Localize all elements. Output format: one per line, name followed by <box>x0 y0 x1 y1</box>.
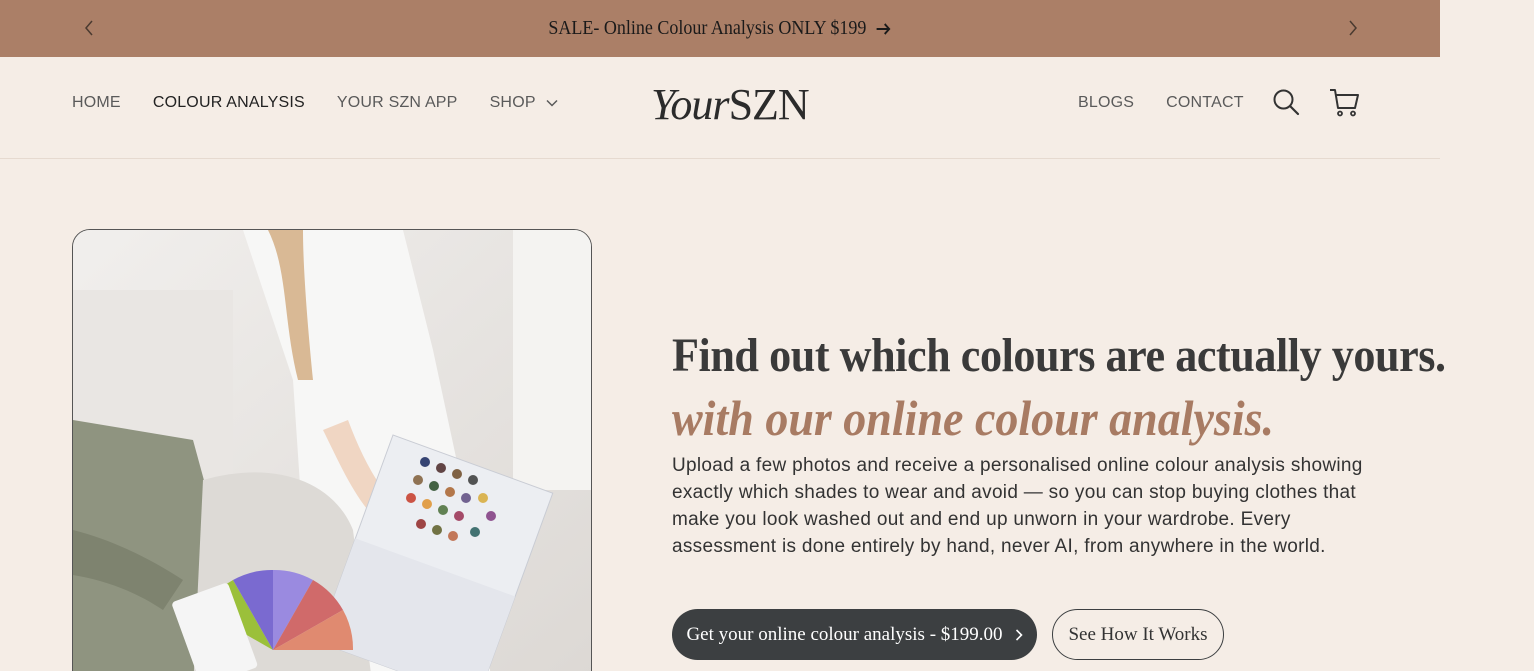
chevron-down-icon <box>546 99 558 107</box>
nav-home[interactable]: HOME <box>72 94 121 112</box>
primary-nav: HOME COLOUR ANALYSIS YOUR SZN APP SHOP <box>72 57 558 149</box>
nav-colour-analysis[interactable]: COLOUR ANALYSIS <box>153 94 305 112</box>
logo-szn: SZN <box>728 80 810 129</box>
nav-shop-label: SHOP <box>489 94 536 111</box>
hero-subheadline: with our online colour analysis. <box>672 390 1275 446</box>
announcement-next-button[interactable] <box>1342 17 1364 39</box>
see-how-it-works-button[interactable]: See How It Works <box>1052 609 1224 660</box>
nav-your-szn-app[interactable]: YOUR SZN APP <box>337 94 458 112</box>
announcement-link[interactable]: SALE- Online Colour Analysis ONLY $199 <box>72 0 1368 57</box>
nav-shop[interactable]: SHOP <box>490 94 558 112</box>
hero-body: Upload a few photos and receive a person… <box>672 455 1363 557</box>
announcement-bar: SALE- Online Colour Analysis ONLY $199 <box>0 0 1440 57</box>
hero-image <box>72 229 592 671</box>
colour-analysis-photo <box>73 230 591 671</box>
announcement-text: SALE- Online Colour Analysis ONLY $199 <box>548 17 867 39</box>
cart-button[interactable] <box>1328 86 1360 118</box>
arrow-right-icon <box>876 22 891 35</box>
nav-contact[interactable]: CONTACT <box>1166 94 1244 112</box>
get-analysis-label: Get your online colour analysis - $199.0… <box>686 623 1003 645</box>
nav-blogs[interactable]: BLOGS <box>1078 94 1134 112</box>
search-button[interactable] <box>1272 88 1300 116</box>
site-header: HOME COLOUR ANALYSIS YOUR SZN APP SHOP Y… <box>0 57 1440 159</box>
cart-icon <box>1330 89 1359 117</box>
get-analysis-button[interactable]: Get your online colour analysis - $199.0… <box>672 609 1037 660</box>
chevron-right-icon <box>1015 628 1023 641</box>
site-logo[interactable]: YourSZN <box>651 79 810 129</box>
logo-your: Your <box>651 80 730 129</box>
hero-content: Find out which colours are actually your… <box>672 326 1446 560</box>
secondary-nav: BLOGS CONTACT <box>1078 57 1244 149</box>
chevron-right-icon <box>1349 20 1357 36</box>
hero-headline: Find out which colours are actually your… <box>672 329 1446 382</box>
search-icon <box>1273 89 1300 116</box>
hero-cta-row: Get your online colour analysis - $199.0… <box>672 609 1224 660</box>
page: SALE- Online Colour Analysis ONLY $199 H… <box>0 0 1534 671</box>
